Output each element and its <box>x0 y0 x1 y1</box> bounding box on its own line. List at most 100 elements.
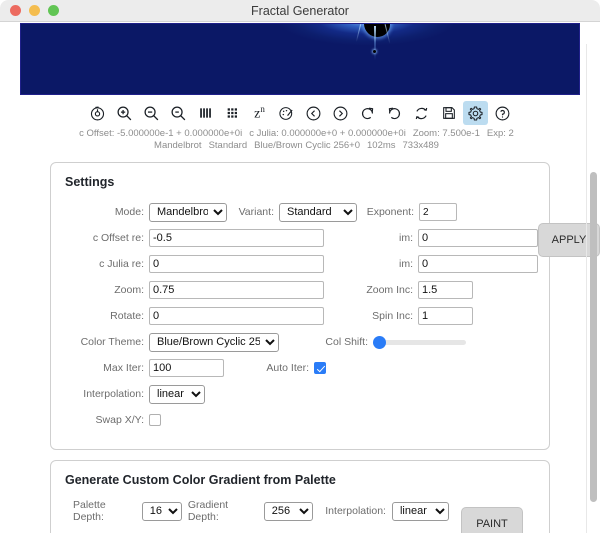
status-mode: Mandelbrot <box>154 140 202 151</box>
row-color-theme: Color Theme: Blue/Brown Cyclic 256 Col S… <box>65 331 538 353</box>
gradient-depth-select[interactable]: 256 <box>263 501 314 521</box>
auto-iter-label: Auto Iter: <box>266 362 309 374</box>
fractal-filament-left <box>355 24 362 42</box>
c-offset-im-label: im: <box>399 232 413 244</box>
window-titlebar: Fractal Generator <box>0 0 600 22</box>
variant-label: Variant: <box>238 206 274 218</box>
save-icon[interactable] <box>436 101 461 125</box>
close-window-button[interactable] <box>10 5 21 16</box>
zoom-out-icon[interactable] <box>139 101 164 125</box>
row-swap-xy: Swap X/Y: <box>65 409 538 431</box>
status-dimensions: 733x489 <box>402 140 439 151</box>
previous-icon[interactable] <box>301 101 326 125</box>
zoom-inc-label: Zoom Inc: <box>366 284 413 296</box>
bars-icon[interactable] <box>193 101 218 125</box>
next-icon[interactable] <box>328 101 353 125</box>
status-line-1: c Offset: -5.000000e-1 + 0.000000e+0i c J… <box>0 128 600 140</box>
color-theme-select[interactable]: Blue/Brown Cyclic 256 <box>149 332 279 352</box>
status-theme: Blue/Brown Cyclic 256+0 <box>254 140 360 151</box>
col-shift-label: Col Shift: <box>325 336 368 348</box>
palette-depth-label: Palette Depth: <box>73 499 106 523</box>
content-divider <box>586 44 587 533</box>
status-c-offset: c Offset: -5.000000e-1 + 0.000000e+0i <box>79 128 243 139</box>
palette-depth-select[interactable]: 16 <box>141 501 182 521</box>
row-rotate: Rotate: Spin Inc: <box>65 305 538 327</box>
settings-icon[interactable] <box>463 101 488 125</box>
swap-xy-label: Swap X/Y: <box>95 414 144 426</box>
interpolation-label: Interpolation: <box>83 388 144 400</box>
zoom-input[interactable] <box>149 281 324 299</box>
interpolation-select[interactable]: linear <box>149 384 205 404</box>
palette-interpolation-select[interactable]: linear <box>391 501 449 521</box>
palette-interpolation-label: Interpolation: <box>325 505 386 517</box>
max-iter-input[interactable] <box>149 359 224 377</box>
c-offset-re-input[interactable] <box>149 229 324 247</box>
status-zoom: Zoom: 7.500e-1 <box>412 128 480 139</box>
rotate-ccw-icon[interactable] <box>382 101 407 125</box>
window-title: Fractal Generator <box>251 3 349 18</box>
spin-inc-input[interactable] <box>418 307 473 325</box>
status-variant: Standard <box>208 140 248 151</box>
row-zoom: Zoom: Zoom Inc: <box>65 279 538 301</box>
zoom-reset-icon[interactable] <box>166 101 191 125</box>
settings-panel: Settings Mode: Mandelbrot Variant: Stand… <box>50 162 600 450</box>
maximize-window-button[interactable] <box>48 5 59 16</box>
exponent-icon[interactable]: zn <box>247 101 272 125</box>
color-theme-label: Color Theme: <box>80 336 144 348</box>
row-max-iter: Max Iter: Auto Iter: <box>65 357 538 379</box>
max-iter-label: Max Iter: <box>103 362 144 374</box>
zoom-inc-input[interactable] <box>418 281 473 299</box>
fractal-canvas[interactable] <box>20 23 580 95</box>
row-interpolation: Interpolation: linear <box>65 383 538 405</box>
swap-xy-checkbox[interactable] <box>149 414 161 426</box>
exponent-label: Exponent: <box>366 206 414 218</box>
traffic-light-group <box>10 5 59 16</box>
rotate-input[interactable] <box>149 307 324 325</box>
paint-button[interactable]: PAINT <box>461 507 523 533</box>
fractal-minibrot <box>372 50 376 53</box>
toolbar: zn <box>0 95 600 127</box>
rotate-cw-icon[interactable] <box>355 101 380 125</box>
row-mode-variant-exponent: Mode: Mandelbrot Variant: Standard Expon… <box>65 201 538 223</box>
c-offset-im-input[interactable] <box>418 229 538 247</box>
mode-select[interactable]: Mandelbrot <box>149 202 227 222</box>
reset-view-icon[interactable] <box>85 101 110 125</box>
vertical-scrollbar[interactable] <box>590 172 597 502</box>
row-c-offset: c Offset re: im: <box>65 227 538 249</box>
help-icon[interactable] <box>490 101 515 125</box>
zoom-label: Zoom: <box>114 284 144 296</box>
settings-title: Settings <box>65 175 115 189</box>
palette-panel: Generate Custom Color Gradient from Pale… <box>50 460 550 533</box>
variant-select[interactable]: Standard <box>279 202 357 222</box>
palette-icon[interactable] <box>274 101 299 125</box>
exponent-input[interactable] <box>419 203 457 221</box>
auto-iter-checkbox[interactable] <box>314 362 326 374</box>
status-bar: c Offset: -5.000000e-1 + 0.000000e+0i c J… <box>0 127 600 152</box>
rotate-label: Rotate: <box>110 310 144 322</box>
c-julia-im-input[interactable] <box>418 255 538 273</box>
c-offset-re-label: c Offset re: <box>92 232 144 244</box>
fractal-canvas-container <box>20 23 580 95</box>
spin-inc-label: Spin Inc: <box>372 310 413 322</box>
c-julia-re-label: c Julia re: <box>99 258 144 270</box>
status-line-2: Mandelbrot Standard Blue/Brown Cyclic 256+… <box>0 140 600 152</box>
c-julia-re-input[interactable] <box>149 255 324 273</box>
exponent-glyph: zn <box>254 103 265 122</box>
status-time: 102ms <box>367 140 396 151</box>
mode-label: Mode: <box>114 206 144 218</box>
gradient-depth-label: Gradient Depth: <box>187 499 229 523</box>
row-c-julia: c Julia re: im: <box>65 253 538 275</box>
zoom-in-icon[interactable] <box>112 101 137 125</box>
status-c-julia: c Julia: 0.000000e+0 + 0.000000e+0i <box>249 128 406 139</box>
app-window: Fractal Generator zn c Offset: -5.000000… <box>0 0 600 533</box>
refresh-icon[interactable] <box>409 101 434 125</box>
col-shift-slider[interactable] <box>373 339 466 345</box>
col-shift-slider-wrap <box>373 339 466 345</box>
status-exp: Exp: 2 <box>486 128 514 139</box>
minimize-window-button[interactable] <box>29 5 40 16</box>
main-content: zn c Offset: -5.000000e-1 + 0.000000e+0i… <box>0 22 600 533</box>
c-julia-im-label: im: <box>399 258 413 270</box>
row-palette-depths: Palette Depth: 16 Gradient Depth: 256 In… <box>65 499 449 523</box>
palette-title: Generate Custom Color Gradient from Pale… <box>65 473 336 487</box>
grid-icon[interactable] <box>220 101 245 125</box>
